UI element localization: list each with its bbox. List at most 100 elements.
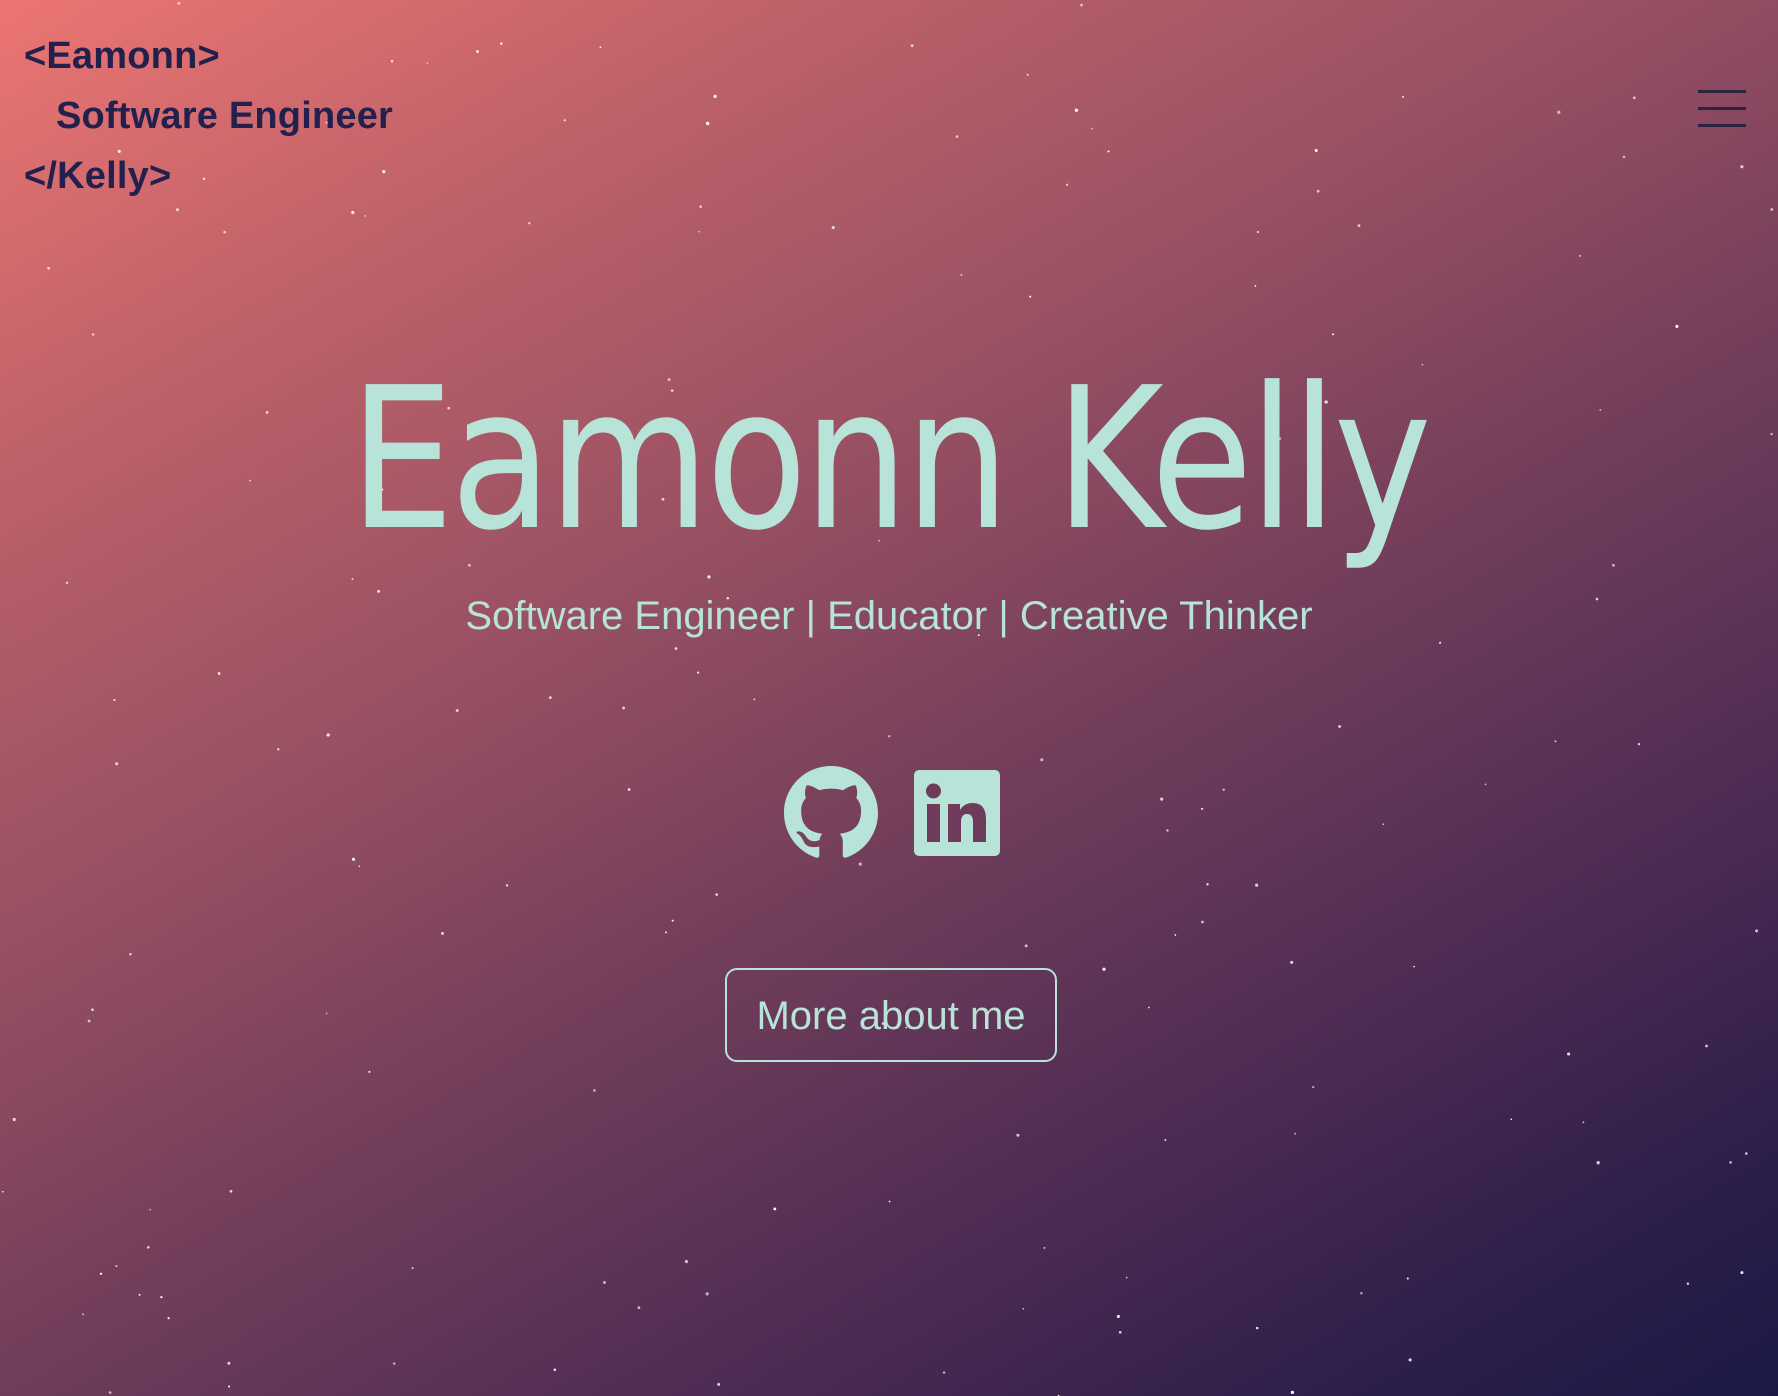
star	[455, 709, 459, 712]
star	[1705, 1044, 1708, 1048]
star	[960, 273, 963, 276]
star	[1256, 230, 1260, 234]
star	[277, 748, 280, 751]
star	[506, 884, 509, 887]
star	[1022, 1307, 1025, 1310]
star	[627, 788, 631, 791]
github-link[interactable]	[784, 765, 878, 865]
hero-name: Eamonn Kelly	[349, 346, 1432, 574]
star	[1016, 1133, 1020, 1137]
star	[1102, 967, 1106, 971]
star	[888, 735, 891, 738]
star	[217, 672, 221, 675]
star	[1040, 758, 1044, 762]
linkedin-icon	[914, 769, 1000, 856]
star	[1200, 920, 1204, 924]
star	[65, 581, 69, 584]
star	[603, 1281, 606, 1284]
hero-tagline: Software Engineer | Educator | Creative …	[465, 594, 1313, 638]
star	[1740, 165, 1744, 169]
star	[1484, 783, 1487, 786]
linkedin-link[interactable]	[914, 769, 1000, 861]
star	[705, 1292, 709, 1296]
star	[426, 62, 429, 64]
star	[1332, 333, 1335, 336]
logo-open-tag: <Eamonn>	[24, 35, 220, 77]
site-logo[interactable]: <Eamonn> Software Engineer </Kelly>	[24, 26, 393, 206]
star	[713, 94, 717, 99]
star	[717, 1382, 721, 1386]
star	[1290, 1390, 1295, 1395]
star	[1166, 829, 1169, 832]
star	[138, 1293, 141, 1296]
star	[108, 1391, 112, 1394]
star	[1312, 1085, 1315, 1089]
star	[223, 230, 226, 234]
star	[1770, 208, 1774, 211]
star	[92, 333, 95, 336]
star	[773, 1207, 777, 1211]
more-about-me-button[interactable]: More about me	[725, 968, 1057, 1062]
star	[1164, 1139, 1167, 1141]
star	[637, 1306, 641, 1310]
star	[671, 919, 674, 922]
star	[1, 1190, 4, 1193]
star	[684, 1259, 688, 1264]
star	[325, 1012, 328, 1015]
star	[1408, 1358, 1412, 1362]
star	[177, 2, 181, 5]
star	[326, 733, 330, 737]
star	[392, 1362, 396, 1365]
star	[228, 1385, 231, 1388]
star	[1554, 740, 1557, 743]
star	[115, 1265, 118, 1268]
star	[351, 578, 354, 580]
hamburger-menu-icon[interactable]	[1694, 86, 1748, 130]
star	[1125, 1276, 1128, 1279]
star	[1579, 254, 1582, 257]
github-icon	[784, 765, 878, 858]
star	[942, 1371, 946, 1374]
star	[1290, 960, 1294, 964]
star	[593, 1089, 596, 1092]
star	[699, 205, 702, 208]
star	[1401, 95, 1405, 98]
star	[1080, 3, 1083, 7]
star	[1107, 150, 1110, 153]
star	[698, 230, 700, 233]
star	[715, 893, 718, 896]
star	[1255, 883, 1259, 887]
star	[1222, 788, 1225, 792]
star	[753, 698, 756, 701]
star	[129, 953, 132, 956]
star	[910, 44, 914, 48]
star	[1675, 324, 1679, 328]
star	[364, 215, 366, 217]
star	[229, 1189, 233, 1193]
star	[1510, 1118, 1513, 1121]
star	[1338, 725, 1341, 728]
star	[1029, 295, 1032, 298]
star	[91, 1008, 94, 1012]
star	[1729, 1161, 1732, 1164]
star	[1557, 110, 1561, 114]
star	[1206, 883, 1209, 886]
star	[1745, 1152, 1748, 1155]
star	[1091, 127, 1093, 130]
star	[358, 865, 361, 868]
star	[115, 762, 119, 766]
star	[47, 266, 51, 270]
star	[1596, 1161, 1600, 1165]
star	[1254, 285, 1257, 287]
star	[1116, 1314, 1120, 1319]
star	[706, 121, 710, 126]
star	[500, 42, 503, 45]
star	[1294, 1132, 1297, 1135]
star	[160, 1295, 163, 1299]
star	[87, 1019, 91, 1023]
star	[1065, 183, 1069, 186]
star	[1360, 1292, 1363, 1295]
star	[553, 1368, 557, 1372]
star	[411, 1267, 414, 1270]
star	[1026, 73, 1029, 76]
